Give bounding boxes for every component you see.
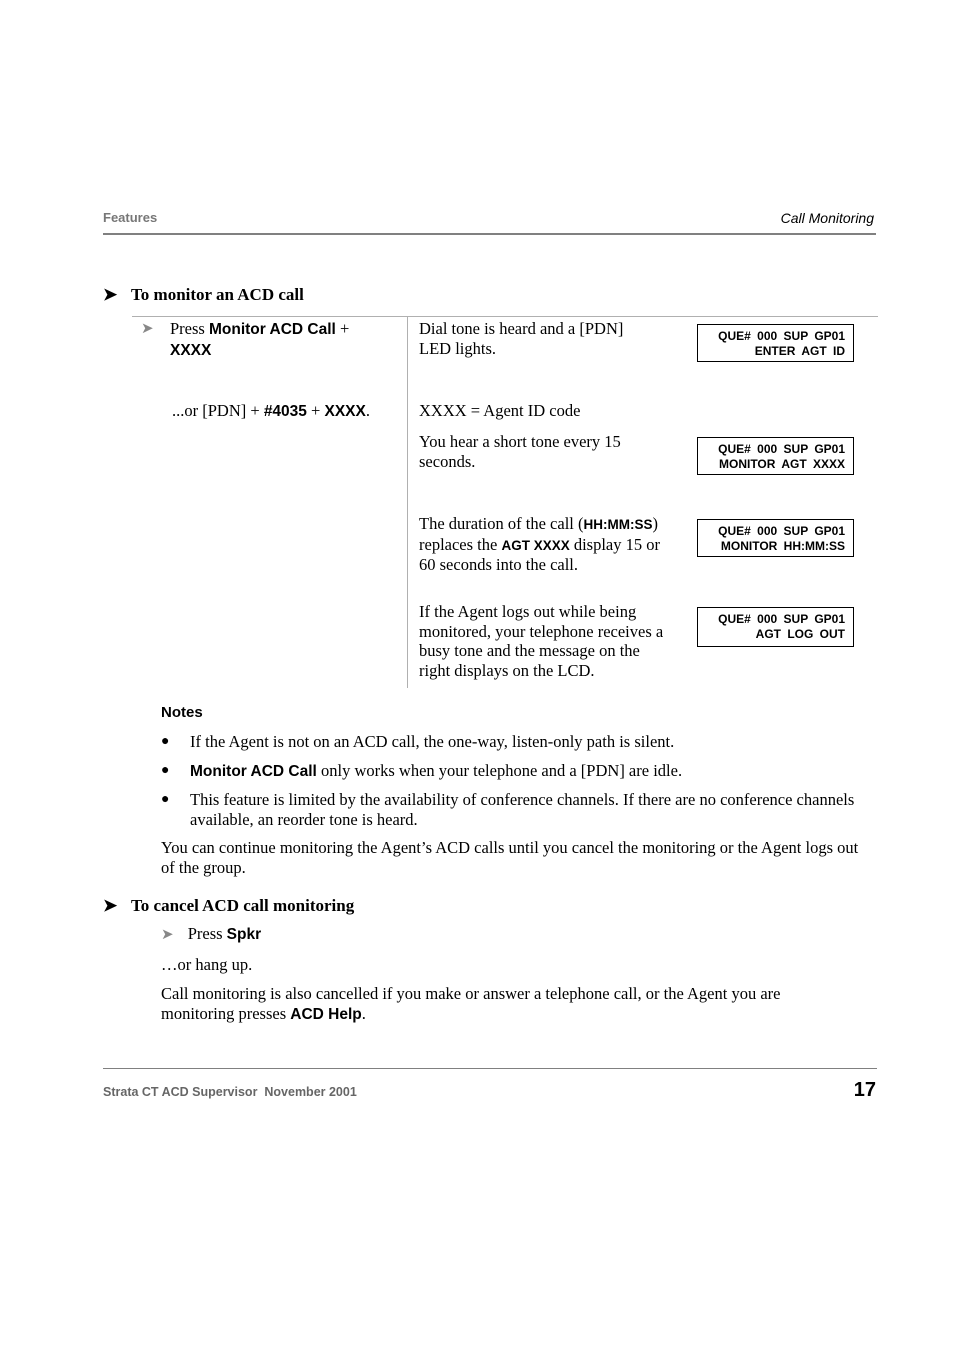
cancel-heading: ➤ To cancel ACD call monitoring xyxy=(103,896,355,915)
step-press-monitor: ➤ Press Monitor ACD Call + XXXX xyxy=(141,319,350,359)
step-alternate: ...or [PDN] + #4035 + XXXX. xyxy=(172,401,370,420)
step-arrow-icon: ➤ xyxy=(141,321,154,337)
description-duration: The duration of the call (HH:MM:SS) repl… xyxy=(419,514,661,574)
lcd-display: QUE# 000 SUP GP01 ENTER AGT ID xyxy=(697,324,854,362)
notes-paragraph: You can continue monitoring the Agent’s … xyxy=(161,838,859,877)
key-monitor-acd-call: Monitor ACD Call xyxy=(208,321,336,338)
lcd-display: QUE# 000 SUP GP01 MONITOR AGT XXXX xyxy=(697,437,854,475)
description-short-tone: You hear a short tone every 15 seconds. xyxy=(419,432,621,471)
agent-code: XXXX xyxy=(324,403,366,420)
notes-heading: Notes xyxy=(161,704,203,721)
header-rule xyxy=(103,233,876,235)
bullet-icon: ● xyxy=(161,734,170,749)
footer-rule xyxy=(103,1068,877,1069)
cancel-paragraph: Call monitoring is also cancelled if you… xyxy=(161,984,781,1023)
access-code: #4035 xyxy=(263,403,307,420)
lcd-display: QUE# 000 SUP GP01 MONITOR HH:MM:SS xyxy=(697,519,854,557)
description-agent-id: XXXX = Agent ID code xyxy=(419,401,581,420)
table-column-divider xyxy=(407,317,408,688)
page-number: 17 xyxy=(853,1079,876,1101)
key-spkr: Spkr xyxy=(226,926,262,943)
description-agent-logout: If the Agent logs out while being monito… xyxy=(419,602,664,680)
arrow-icon: ➤ xyxy=(103,285,118,304)
description-dial-tone: Dial tone is heard and a [PDN] LED light… xyxy=(419,319,624,358)
step-press-spkr: ➤ Press Spkr xyxy=(161,924,262,943)
step-arrow-icon: ➤ xyxy=(161,927,174,943)
key-acd-help: ACD Help xyxy=(290,1005,362,1023)
running-header-section: Features xyxy=(103,210,158,225)
monitor-heading: ➤ To monitor an ACD call xyxy=(103,285,304,304)
arrow-icon: ➤ xyxy=(103,896,118,915)
agent-code: XXXX xyxy=(170,342,212,359)
running-header-topic: Call Monitoring xyxy=(780,210,874,226)
bullet-icon: ● xyxy=(161,763,170,778)
cancel-alternate: …or hang up. xyxy=(161,955,253,974)
lcd-display: QUE# 000 SUP GP01 AGT LOG OUT xyxy=(697,607,854,647)
footer-doc-title: Strata CT ACD Supervisor November 2001 xyxy=(103,1085,357,1099)
table-top-rule xyxy=(132,316,878,317)
bullet-icon: ● xyxy=(161,792,170,807)
